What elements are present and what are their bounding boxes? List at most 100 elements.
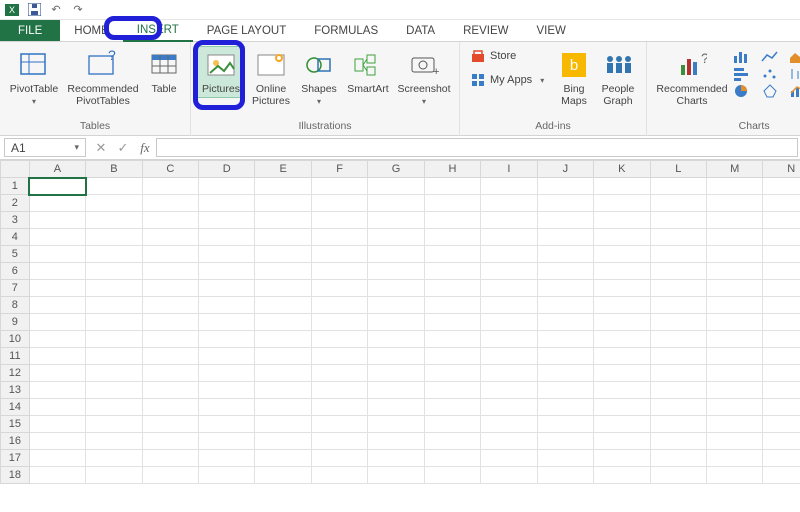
cell[interactable] (142, 246, 198, 263)
pie-chart-icon[interactable] (733, 84, 751, 98)
cell[interactable] (594, 195, 650, 212)
cell[interactable] (763, 382, 800, 399)
cell[interactable] (763, 450, 800, 467)
cell[interactable] (594, 229, 650, 246)
cell[interactable] (29, 416, 85, 433)
cell[interactable] (424, 195, 480, 212)
cell[interactable] (481, 280, 537, 297)
cell[interactable] (594, 348, 650, 365)
cell[interactable] (142, 229, 198, 246)
cell[interactable] (29, 195, 85, 212)
cell[interactable] (29, 433, 85, 450)
cell[interactable] (650, 212, 706, 229)
cell[interactable] (650, 195, 706, 212)
cell[interactable] (255, 314, 311, 331)
online-pictures-button[interactable]: OnlinePictures (247, 46, 295, 110)
screenshot-button[interactable]: + Screenshot (395, 46, 453, 109)
column-header[interactable]: B (86, 161, 142, 178)
cell[interactable] (199, 212, 255, 229)
cell[interactable] (537, 195, 593, 212)
cell[interactable] (594, 314, 650, 331)
cell[interactable] (650, 416, 706, 433)
cell[interactable] (424, 433, 480, 450)
cell[interactable] (255, 280, 311, 297)
cell[interactable] (763, 433, 800, 450)
cell[interactable] (368, 467, 424, 484)
cell[interactable] (311, 195, 367, 212)
tab-file[interactable]: FILE (0, 20, 60, 41)
cell[interactable] (763, 416, 800, 433)
cell[interactable] (763, 263, 800, 280)
column-header[interactable]: D (199, 161, 255, 178)
column-header[interactable]: K (594, 161, 650, 178)
cell[interactable] (763, 246, 800, 263)
row-header[interactable]: 15 (1, 416, 30, 433)
cell[interactable] (86, 365, 142, 382)
cell[interactable] (481, 297, 537, 314)
shapes-button[interactable]: Shapes (297, 46, 341, 109)
row-header[interactable]: 16 (1, 433, 30, 450)
cell[interactable] (763, 399, 800, 416)
cell[interactable] (424, 467, 480, 484)
cell[interactable] (650, 450, 706, 467)
cell[interactable] (763, 178, 800, 195)
cell[interactable] (255, 178, 311, 195)
redo-icon[interactable]: ↷ (70, 2, 86, 18)
cell[interactable] (706, 433, 762, 450)
cell[interactable] (86, 467, 142, 484)
tab-view[interactable]: VIEW (522, 20, 579, 41)
cell[interactable] (142, 297, 198, 314)
column-header[interactable]: A (29, 161, 85, 178)
cell[interactable] (86, 331, 142, 348)
cell[interactable] (142, 280, 198, 297)
row-header[interactable]: 13 (1, 382, 30, 399)
cell[interactable] (763, 467, 800, 484)
cell[interactable] (199, 263, 255, 280)
cell[interactable] (424, 229, 480, 246)
cell[interactable] (763, 297, 800, 314)
column-header[interactable]: C (142, 161, 198, 178)
cell[interactable] (424, 450, 480, 467)
cell[interactable] (86, 399, 142, 416)
column-header[interactable]: H (424, 161, 480, 178)
row-header[interactable]: 1 (1, 178, 30, 195)
cell[interactable] (424, 314, 480, 331)
cell[interactable] (650, 382, 706, 399)
cell[interactable] (142, 314, 198, 331)
cell[interactable] (650, 280, 706, 297)
cell[interactable] (199, 348, 255, 365)
row-header[interactable]: 2 (1, 195, 30, 212)
cell[interactable] (706, 195, 762, 212)
cell[interactable] (29, 178, 85, 195)
tab-page-layout[interactable]: PAGE LAYOUT (193, 20, 300, 41)
area-chart-icon[interactable] (789, 50, 800, 64)
row-header[interactable]: 11 (1, 348, 30, 365)
table-button[interactable]: Table (144, 46, 184, 98)
cell[interactable] (763, 195, 800, 212)
cell[interactable] (424, 178, 480, 195)
cell[interactable] (763, 348, 800, 365)
cell[interactable] (311, 331, 367, 348)
cell[interactable] (481, 450, 537, 467)
cell[interactable] (537, 467, 593, 484)
cell[interactable] (537, 246, 593, 263)
stock-chart-icon[interactable] (789, 67, 800, 81)
cell[interactable] (86, 433, 142, 450)
cell[interactable] (424, 263, 480, 280)
cell[interactable] (424, 399, 480, 416)
cell[interactable] (706, 467, 762, 484)
cell[interactable] (199, 331, 255, 348)
cell[interactable] (763, 365, 800, 382)
cell[interactable] (650, 178, 706, 195)
cell[interactable] (86, 246, 142, 263)
cell[interactable] (594, 467, 650, 484)
cell[interactable] (142, 348, 198, 365)
cell[interactable] (424, 246, 480, 263)
cell[interactable] (311, 263, 367, 280)
cell[interactable] (29, 229, 85, 246)
cell[interactable] (86, 195, 142, 212)
row-header[interactable]: 9 (1, 314, 30, 331)
undo-icon[interactable]: ↶ (48, 2, 64, 18)
cell[interactable] (424, 365, 480, 382)
cell[interactable] (311, 314, 367, 331)
